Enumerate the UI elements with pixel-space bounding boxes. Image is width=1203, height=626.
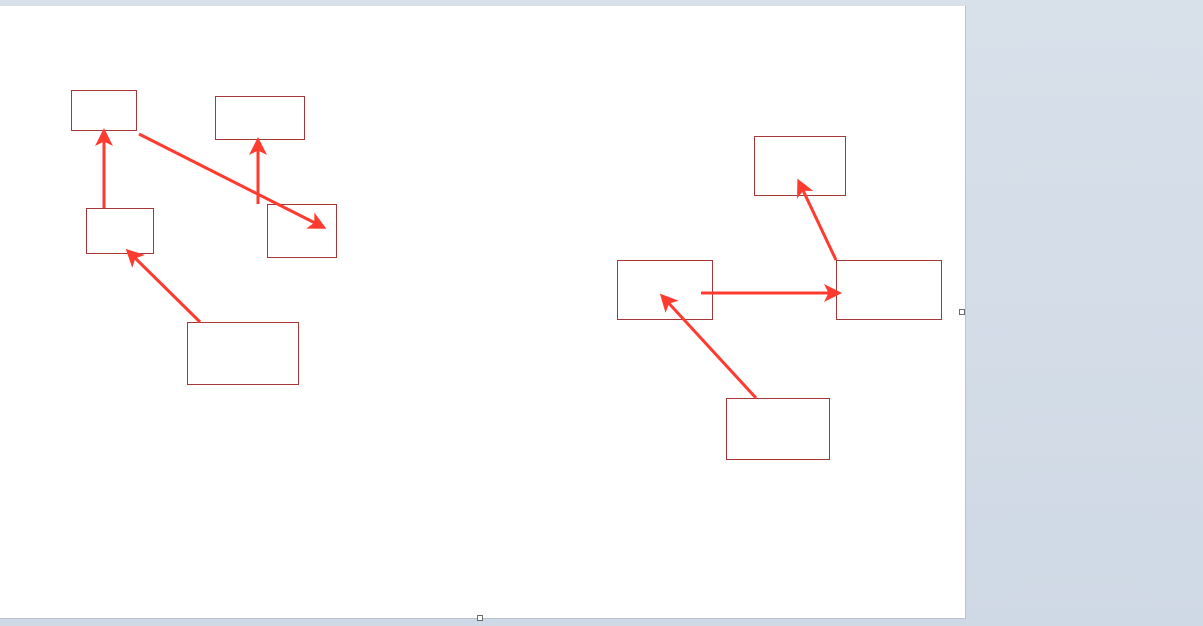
shape-box-b1[interactable] <box>754 136 846 196</box>
arrow-layer <box>0 6 965 618</box>
shape-box-b4[interactable] <box>726 398 830 460</box>
shape-box-b2[interactable] <box>617 260 713 320</box>
shape-box-a4[interactable] <box>267 204 337 258</box>
workspace-background <box>0 0 1203 626</box>
shape-box-a2[interactable] <box>215 96 305 140</box>
shape-box-a1[interactable] <box>71 90 137 131</box>
canvas-handle-right[interactable] <box>959 309 965 315</box>
shape-box-b3[interactable] <box>836 260 942 320</box>
canvas-handle-bottom[interactable] <box>477 615 483 621</box>
shape-box-a3[interactable] <box>86 208 154 254</box>
arrow-arrow-4[interactable] <box>130 253 200 322</box>
drawing-canvas[interactable] <box>0 6 966 619</box>
shape-box-a5[interactable] <box>187 322 299 385</box>
